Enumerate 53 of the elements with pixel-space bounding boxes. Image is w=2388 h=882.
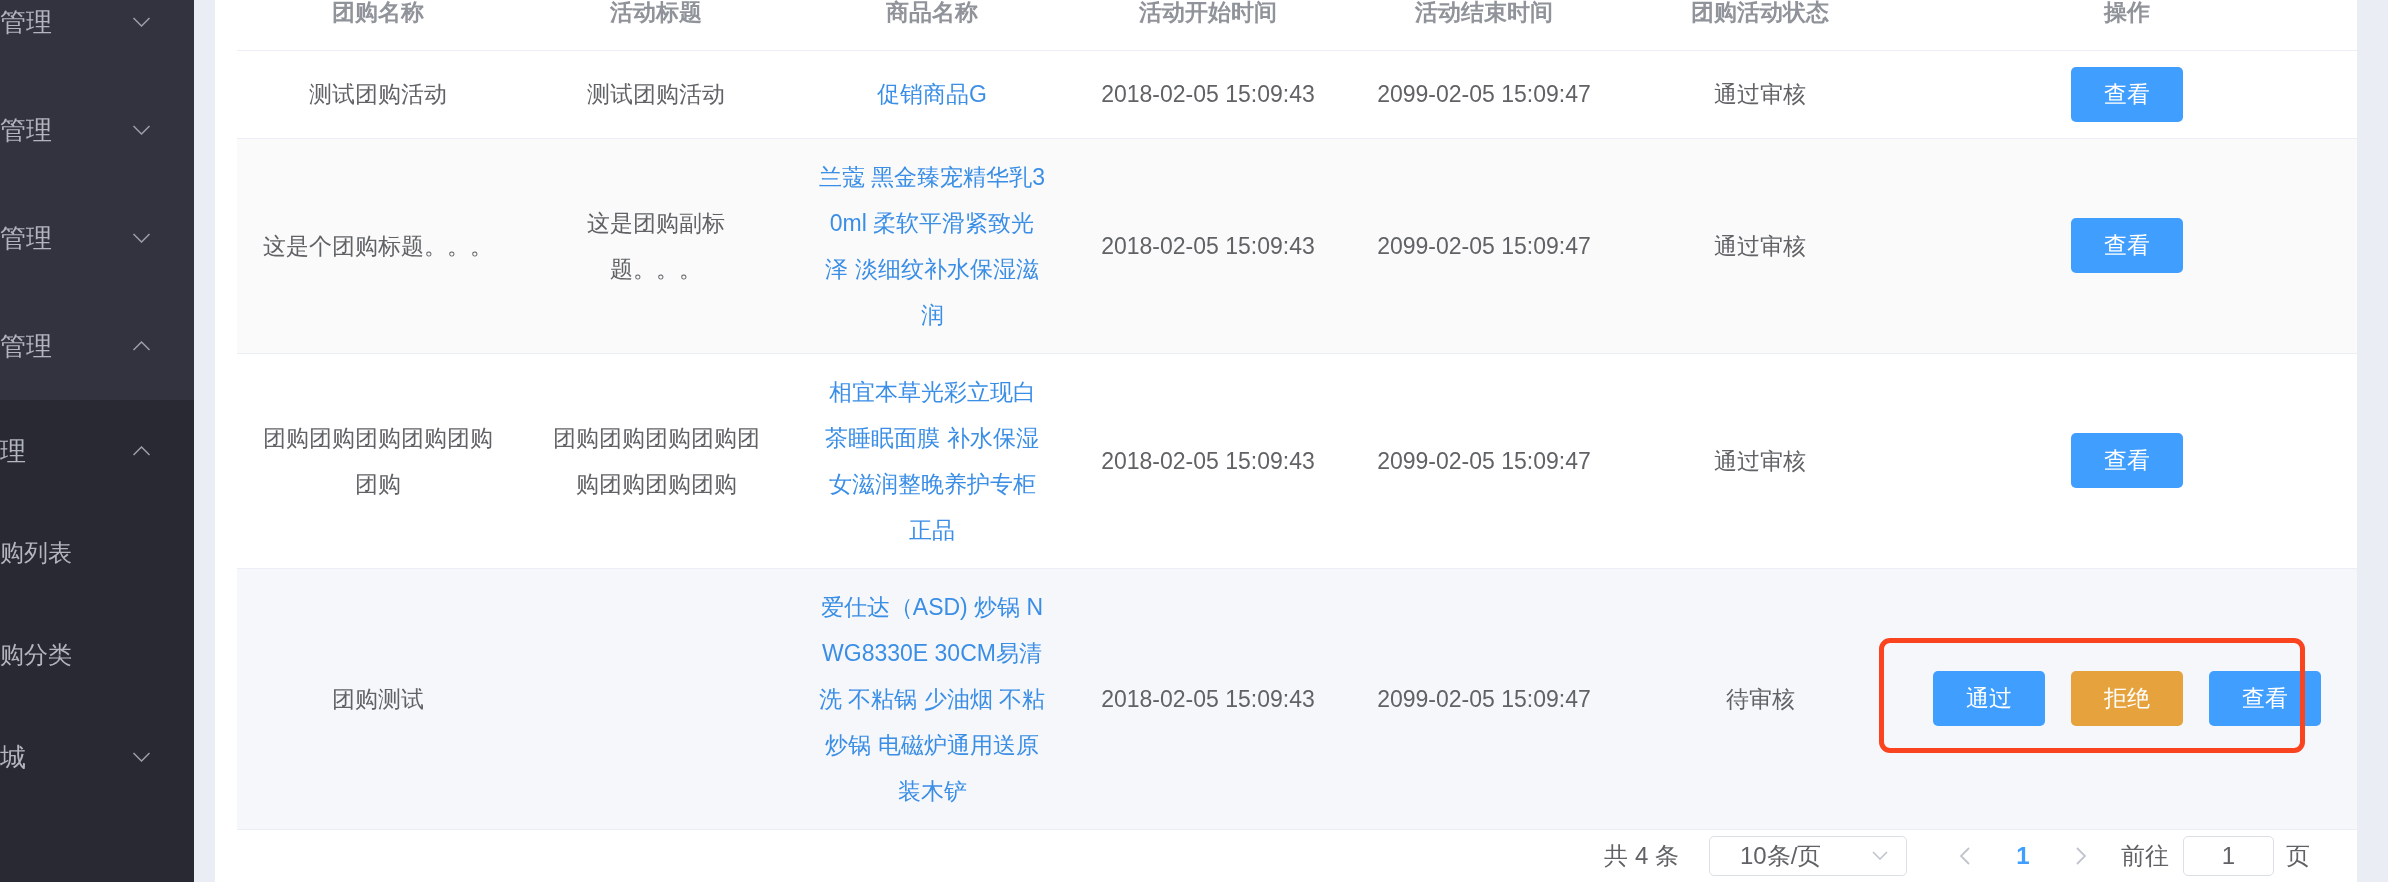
column-header: 活动开始时间 [1139, 0, 1277, 25]
total-count: 共 4 条 [1604, 840, 1679, 871]
goto-label: 前往 [2121, 840, 2169, 871]
group-name: 团购测试 [332, 685, 424, 712]
column-header: 团购名称 [332, 0, 424, 25]
chevron-left-icon [1960, 846, 1970, 865]
sidebar-menu-item[interactable]: 管理 [0, 292, 194, 400]
sidebar-menu-item[interactable]: 理 [0, 400, 194, 502]
action-button[interactable]: 通过 [1933, 671, 2045, 726]
activity-title: 团购团购团购团购团购团购团购团购 [552, 424, 760, 497]
action-button[interactable]: 查看 [2071, 433, 2183, 488]
page-input[interactable]: 1 [2183, 835, 2274, 876]
column-header: 商品名称 [886, 0, 978, 25]
chevron-right-icon [2076, 846, 2086, 865]
column-header: 团购活动状态 [1691, 0, 1829, 25]
column-header: 活动结束时间 [1415, 0, 1553, 25]
page-suffix: 页 [2286, 840, 2310, 871]
action-button[interactable]: 查看 [2071, 218, 2183, 273]
page-size-select[interactable]: 10条/页 [1709, 835, 1907, 876]
status-text: 通过审核 [1714, 81, 1806, 107]
start-time: 2018-02-05 15:09:43 [1101, 685, 1315, 712]
action-button[interactable]: 查看 [2209, 671, 2321, 726]
group-name: 测试团购活动 [309, 81, 447, 107]
end-time: 2099-02-05 15:09:47 [1377, 81, 1591, 107]
column-header: 操作 [2104, 0, 2150, 25]
sidebar-menu-item[interactable]: 管理 [0, 184, 194, 292]
status-text: 待审核 [1725, 685, 1795, 712]
product-link[interactable]: 兰蔻 黑金臻宠精华乳30ml 柔软平滑紧致光泽 淡细纹补水保湿滋润 [818, 153, 1046, 338]
activity-title: 测试团购活动 [587, 81, 725, 107]
sidebar-menu-item[interactable]: 城 [0, 706, 194, 808]
end-time: 2099-02-05 15:09:47 [1377, 685, 1591, 712]
column-header: 活动标题 [610, 0, 702, 25]
group-name: 团购团购团购团购团购团购 [263, 424, 493, 497]
caret-down-icon [1872, 851, 1888, 861]
page-number[interactable]: 1 [2003, 835, 2043, 876]
sidebar-menu-item[interactable]: 管理 [0, 0, 194, 76]
group-name: 这是个团购标题。。。 [263, 232, 493, 259]
sidebar-menu-item[interactable]: 购列表 [0, 502, 194, 604]
status-text: 通过审核 [1714, 447, 1806, 474]
start-time: 2018-02-05 15:09:43 [1101, 81, 1315, 107]
action-button[interactable]: 查看 [2071, 66, 2183, 122]
sidebar-menu-item[interactable]: 购分类 [0, 604, 194, 706]
end-time: 2099-02-05 15:09:47 [1377, 232, 1591, 259]
product-link[interactable]: 促销商品G [818, 71, 1046, 117]
action-button[interactable]: 拒绝 [2071, 671, 2183, 726]
start-time: 2018-02-05 15:09:43 [1101, 232, 1315, 259]
product-link[interactable]: 爱仕达（ASD) 炒锅 NWG8330E 30CM易清洗 不粘锅 少油烟 不粘炒锅 电磁炉通用送原装木铲 [818, 583, 1046, 814]
end-time: 2099-02-05 15:09:47 [1377, 447, 1591, 474]
activity-title: 这是团购副标题。。。 [587, 209, 725, 282]
product-link[interactable]: 相宜本草光彩立现白茶睡眠面膜 补水保湿女滋润整晚养护专柜正品 [818, 368, 1046, 553]
status-text: 通过审核 [1714, 232, 1806, 259]
sidebar-menu-item[interactable]: 管理 [0, 76, 194, 184]
start-time: 2018-02-05 15:09:43 [1101, 447, 1315, 474]
